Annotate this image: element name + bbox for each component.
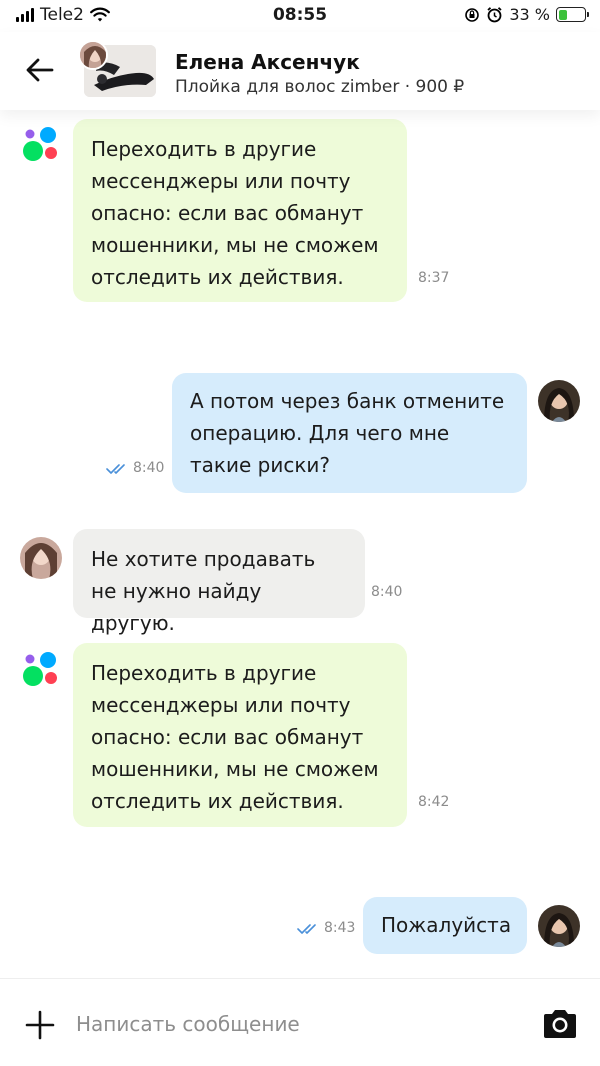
- rotation-lock-icon: [465, 7, 480, 22]
- avito-logo-icon: [23, 652, 57, 686]
- message-text: Переходить в другие мессенджеры или почт…: [91, 137, 379, 289]
- my-avatar: [538, 905, 580, 947]
- message-bubble[interactable]: Переходить в другие мессенджеры или почт…: [73, 119, 407, 302]
- seller-avatar: [20, 537, 62, 579]
- item-price: · 900 ₽: [404, 77, 465, 97]
- read-ticks-icon: [297, 924, 316, 934]
- alarm-icon: [487, 7, 502, 23]
- message-text: А потом через банк отмените операцию. Дл…: [190, 389, 505, 477]
- message-bubble[interactable]: Переходить в другие мессенджеры или почт…: [73, 643, 407, 827]
- composer-bar: [0, 978, 600, 1066]
- my-avatar: [538, 380, 580, 422]
- status-bar: Tele2 08:55 33 %: [0, 0, 600, 32]
- battery-percent: 33 %: [509, 5, 550, 24]
- item-title: Плойка для волос zimber: [175, 77, 400, 97]
- message-bubble[interactable]: А потом через банк отмените операцию. Дл…: [172, 373, 527, 493]
- battery-icon: [556, 7, 589, 22]
- message-list[interactable]: Переходить в другие мессенджеры или почт…: [0, 110, 600, 978]
- plus-icon[interactable]: [24, 1009, 56, 1041]
- seller-avatar: [78, 40, 108, 70]
- message-time: 8:37: [418, 270, 450, 286]
- message-input[interactable]: [76, 1003, 516, 1045]
- message-time: 8:40: [133, 460, 165, 476]
- battery-level: [558, 9, 567, 20]
- avito-logo-icon: [23, 127, 57, 161]
- message-time: 8:40: [371, 584, 403, 600]
- message-bubble[interactable]: Не хотите продавать не нужно найду другу…: [73, 529, 365, 635]
- seller-name[interactable]: Елена Аксенчук: [175, 50, 360, 74]
- message-time: 8:42: [418, 794, 450, 810]
- message-text: Не хотите продавать не нужно найду другу…: [91, 547, 316, 635]
- status-right: 33 %: [464, 5, 589, 24]
- back-button[interactable]: [22, 54, 58, 86]
- read-ticks-icon: [106, 464, 125, 474]
- item-subtitle[interactable]: Плойка для волос zimber · 900 ₽: [175, 77, 464, 97]
- message-bubble[interactable]: Пожалуйста: [363, 897, 527, 954]
- arrow-left-icon: [26, 58, 54, 82]
- message-text: Пожалуйста: [381, 913, 512, 937]
- camera-icon[interactable]: [541, 1008, 579, 1040]
- chat-header: Елена Аксенчук Плойка для волос zimber ·…: [0, 32, 600, 110]
- message-time: 8:43: [324, 920, 356, 936]
- message-text: Переходить в другие мессенджеры или почт…: [91, 661, 379, 813]
